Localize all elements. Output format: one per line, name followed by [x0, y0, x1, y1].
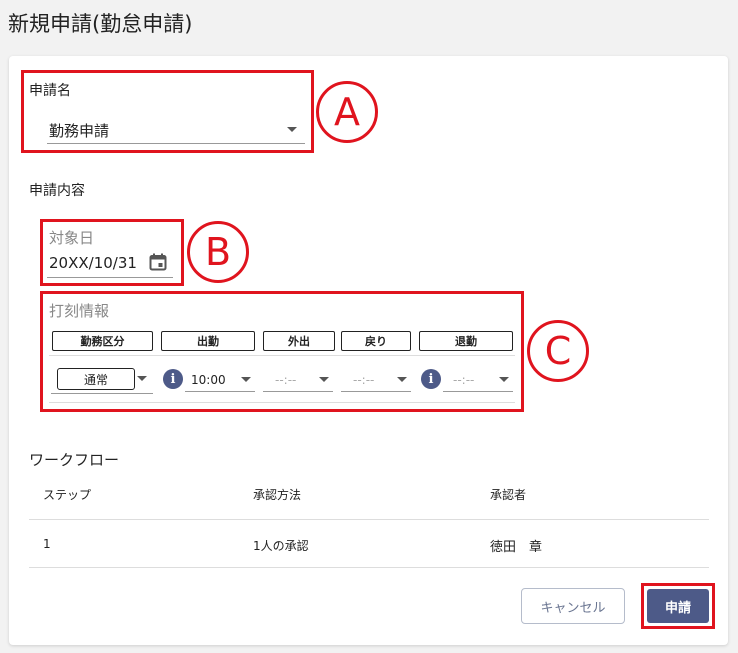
- cancel-button[interactable]: キャンセル: [521, 588, 625, 624]
- workflow-row-method: 1人の承認: [253, 539, 309, 553]
- workflow-header-divider: [29, 519, 709, 520]
- workflow-row-divider: [29, 567, 709, 568]
- application-content-label: 申請内容: [29, 183, 85, 199]
- annotation-box-c: [40, 291, 524, 412]
- annotation-label-b: B: [187, 221, 249, 283]
- annotation-box-submit: [641, 583, 715, 629]
- page-title: 新規申請(勤怠申請): [8, 12, 193, 36]
- workflow-col-step: ステップ: [43, 488, 92, 502]
- annotation-label-c: C: [527, 320, 589, 382]
- workflow-col-approver: 承認者: [490, 488, 527, 502]
- workflow-row-approver: 徳田 章: [490, 540, 543, 555]
- application-form-card: 申請名 勤務申請 A 申請内容 対象日 20XX/10/31 B 打刻情報 勤務…: [9, 56, 728, 645]
- workflow-col-method: 承認方法: [253, 488, 302, 502]
- workflow-row-step: 1: [43, 537, 51, 551]
- annotation-box-b: [40, 219, 184, 286]
- annotation-label-a: A: [316, 81, 378, 143]
- workflow-title: ワークフロー: [29, 451, 120, 469]
- annotation-box-a: [21, 70, 314, 153]
